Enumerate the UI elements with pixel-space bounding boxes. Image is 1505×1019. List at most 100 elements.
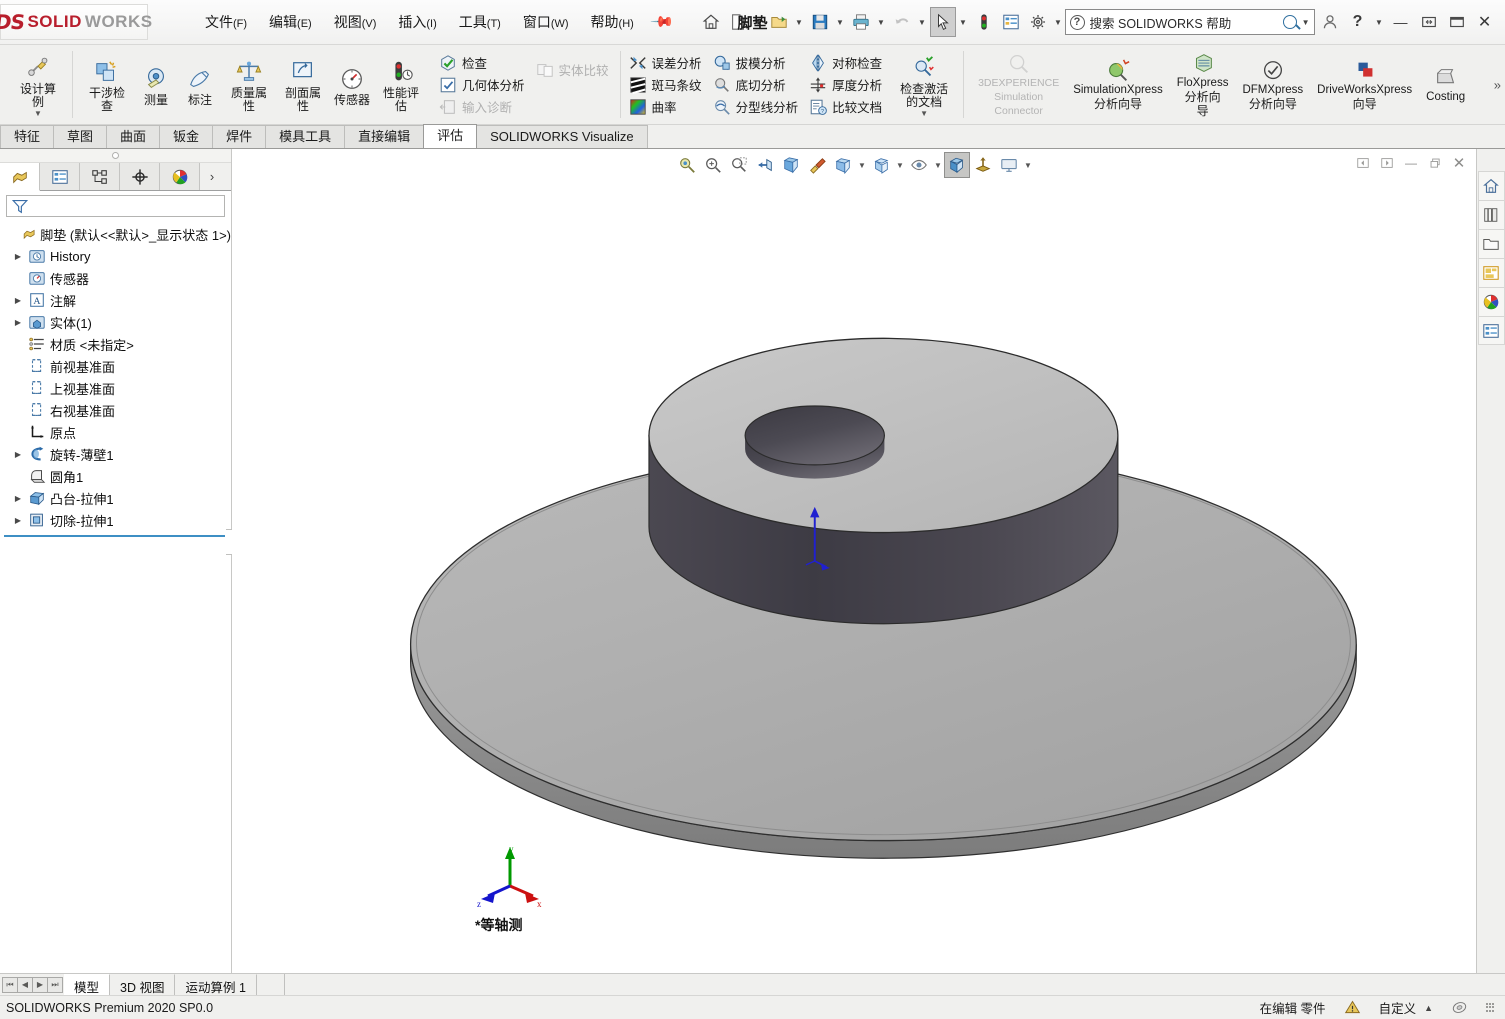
- tree-item-boss-extrude[interactable]: ▶ 凸台-拉伸1: [4, 487, 231, 509]
- view-orientation-cube-icon[interactable]: [778, 152, 804, 178]
- feature-manager-tab[interactable]: [0, 163, 40, 191]
- bottom-tab-model[interactable]: 模型: [64, 974, 111, 995]
- interference-check-button[interactable]: 干涉检查: [80, 56, 134, 113]
- view-settings-icon[interactable]: [970, 152, 996, 178]
- tree-item-fillet[interactable]: 圆角1: [4, 465, 231, 487]
- compare-bodies-button[interactable]: 实体比较: [534, 59, 614, 80]
- maximize-button[interactable]: [1444, 7, 1470, 37]
- expand-arrow-revolve-thin[interactable]: ▶: [12, 450, 24, 459]
- display-style-icon[interactable]: [868, 152, 894, 178]
- view-palette-icon[interactable]: [1477, 258, 1505, 287]
- tab-nav-next[interactable]: ▶: [32, 976, 48, 993]
- hide-show-items-icon[interactable]: [906, 152, 932, 178]
- doc-next-button[interactable]: [1376, 151, 1398, 175]
- 3dexperience-simulation-connector-button[interactable]: 3DEXPERIENCE Simulation Connector: [971, 51, 1066, 118]
- zoom-to-fit-icon[interactable]: [674, 152, 700, 178]
- curvature-button[interactable]: 曲率: [627, 96, 707, 117]
- feature-filter-box[interactable]: [6, 195, 225, 217]
- tree-item-origin[interactable]: 原点: [4, 421, 231, 443]
- tab-surfaces[interactable]: 曲面: [106, 125, 161, 148]
- tree-item-revolve-thin[interactable]: ▶ 旋转-薄壁1: [4, 443, 231, 465]
- model-3d-view[interactable]: [232, 149, 1476, 973]
- dfmxpress-button[interactable]: DFMXpress 分析向导: [1235, 58, 1310, 111]
- status-units[interactable]: 自定义: [1379, 998, 1417, 1017]
- close-button[interactable]: ✕: [1472, 7, 1498, 37]
- menu-edit[interactable]: 编辑(E): [258, 7, 323, 37]
- expand-arrow-boss-extrude[interactable]: ▶: [12, 494, 24, 503]
- draft-analysis-button[interactable]: 拔模分析: [711, 52, 804, 73]
- chevron-double-right-icon[interactable]: »: [1494, 77, 1501, 92]
- expand-arrow-cut-extrude[interactable]: ▶: [12, 516, 24, 525]
- doc-close-button[interactable]: ✕: [1448, 151, 1470, 175]
- view-orientation-caret[interactable]: ▼: [856, 152, 868, 178]
- design-library-icon[interactable]: [1477, 200, 1505, 229]
- print-caret[interactable]: ▼: [875, 7, 888, 37]
- measure-button[interactable]: 测量: [134, 63, 178, 107]
- print-icon[interactable]: [848, 7, 874, 37]
- open-document-caret[interactable]: ▼: [793, 7, 806, 37]
- help-caret[interactable]: ▼: [1373, 7, 1386, 37]
- doc-minimize-button[interactable]: —: [1400, 151, 1422, 175]
- menu-insert[interactable]: 插入(I): [387, 7, 447, 37]
- driveworksxpress-button[interactable]: DriveWorksXpress 向导: [1310, 58, 1419, 111]
- expand-arrow-solid-bodies[interactable]: ▶: [12, 318, 24, 327]
- graphics-area[interactable]: ▼ ▼ ▼ ▼ — ✕ y x z *等轴测: [232, 149, 1476, 973]
- bottom-tab-motion-study[interactable]: 运动算例 1: [175, 974, 257, 995]
- tree-item-solid-bodies[interactable]: ▶ 实体(1): [4, 311, 231, 333]
- tree-item-material[interactable]: 材质 <未指定>: [4, 333, 231, 355]
- section-properties-button[interactable]: 剖面属性: [276, 56, 330, 113]
- search-box[interactable]: ? 搜索 SOLIDWORKS 帮助 ▼: [1064, 9, 1315, 35]
- zebra-stripes-button[interactable]: 斑马条纹: [627, 74, 707, 95]
- file-explorer-icon[interactable]: [1477, 229, 1505, 258]
- compare-documents-button[interactable]: ? 比较文档: [807, 96, 887, 117]
- deviation-analysis-button[interactable]: 误差分析: [627, 52, 707, 73]
- undo-icon[interactable]: [889, 7, 915, 37]
- tree-item-sensors[interactable]: 传感器: [4, 267, 231, 289]
- appearances-scenes-icon[interactable]: [1477, 287, 1505, 316]
- tree-item-front-plane[interactable]: 前视基准面: [4, 355, 231, 377]
- costing-button[interactable]: Costing: [1419, 65, 1472, 104]
- expand-arrow-annotations[interactable]: ▶: [12, 296, 24, 305]
- tab-sheet-metal[interactable]: 钣金: [159, 125, 214, 148]
- save-icon[interactable]: [807, 7, 833, 37]
- select-cursor-icon[interactable]: [929, 7, 956, 37]
- property-manager-tab[interactable]: [40, 163, 80, 190]
- pin-icon[interactable]: 📌: [649, 9, 675, 35]
- home-icon[interactable]: [698, 7, 724, 37]
- tab-mold-tools[interactable]: 模具工具: [265, 125, 346, 148]
- panel-drag-handle[interactable]: [0, 149, 231, 163]
- warning-triangle-icon[interactable]: [1344, 999, 1361, 1016]
- search-input[interactable]: 搜索 SOLIDWORKS 帮助: [1090, 13, 1278, 32]
- tree-item-top-plane[interactable]: 上视基准面: [4, 377, 231, 399]
- tree-item-cut-extrude[interactable]: ▶ 切除-拉伸1: [4, 509, 231, 531]
- menu-window[interactable]: 窗口(W): [512, 7, 580, 37]
- new-document-caret[interactable]: ▼: [752, 7, 765, 37]
- rebuild-icon[interactable]: [971, 7, 997, 37]
- menu-view[interactable]: 视图(V): [323, 7, 388, 37]
- tab-evaluate[interactable]: 评估: [423, 124, 478, 148]
- tree-item-right-plane[interactable]: 右视基准面: [4, 399, 231, 421]
- tab-weldments[interactable]: 焊件: [212, 125, 267, 148]
- options-list-icon[interactable]: [998, 7, 1024, 37]
- view-orientation-icon[interactable]: [830, 152, 856, 178]
- settings-gear-icon[interactable]: [1025, 7, 1051, 37]
- paint-appearance-icon[interactable]: [804, 152, 830, 178]
- tab-sketch[interactable]: 草图: [53, 125, 108, 148]
- display-manager-tab[interactable]: [160, 163, 200, 190]
- sensor-button[interactable]: 传感器: [330, 63, 374, 107]
- apply-scene-icon[interactable]: [944, 152, 970, 178]
- undercut-analysis-button[interactable]: 底切分析: [711, 74, 804, 95]
- performance-evaluation-button[interactable]: 性能评估: [374, 56, 428, 113]
- minimize-button[interactable]: —: [1388, 7, 1414, 37]
- previous-view-icon[interactable]: [726, 152, 752, 178]
- parting-line-analysis-button[interactable]: 分型线分析: [711, 96, 804, 117]
- check-button[interactable]: 检查: [437, 52, 530, 73]
- status-units-caret[interactable]: ▲: [1424, 1003, 1433, 1013]
- dimxpert-manager-tab[interactable]: [120, 163, 160, 190]
- bottom-tab-3d-views[interactable]: 3D 视图: [110, 974, 176, 995]
- design-library-home-icon[interactable]: [1477, 171, 1505, 200]
- design-study-button[interactable]: 设计算例 ▼: [11, 52, 65, 118]
- menu-help[interactable]: 帮助(H): [580, 7, 645, 37]
- settings-caret[interactable]: ▼: [1052, 7, 1065, 37]
- symmetry-check-button[interactable]: 对称检查: [807, 52, 887, 73]
